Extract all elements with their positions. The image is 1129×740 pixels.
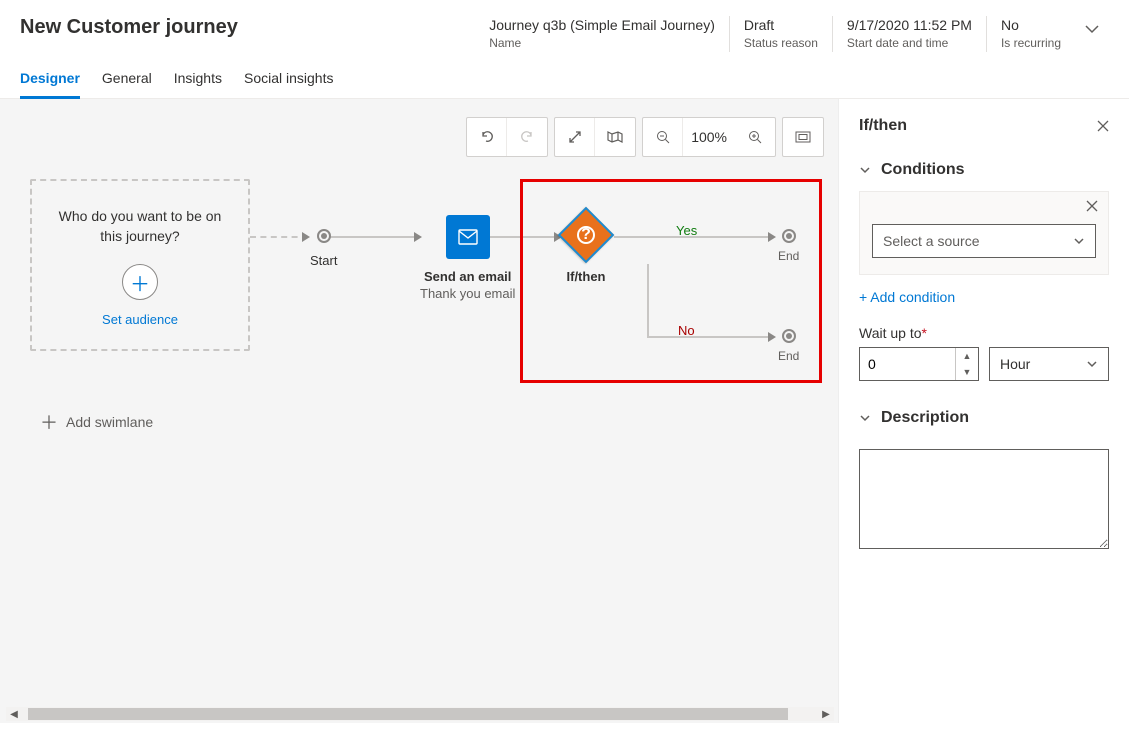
- end-circle-icon: [782, 229, 796, 243]
- tab-insights[interactable]: Insights: [174, 60, 222, 98]
- zoom-level: 100%: [683, 129, 735, 145]
- start-circle-icon: [317, 229, 331, 243]
- fit-to-screen-button[interactable]: [783, 118, 823, 156]
- wait-value-field[interactable]: [860, 356, 930, 372]
- meta-name-value: Journey q3b (Simple Email Journey): [489, 16, 715, 34]
- description-section-header[interactable]: Description: [859, 409, 1109, 427]
- arrow-icon: [302, 232, 310, 242]
- page-tabs: Designer General Insights Social insight…: [0, 60, 1129, 99]
- chevron-down-icon: [1086, 358, 1098, 370]
- start-node[interactable]: Start: [310, 229, 337, 268]
- fullscreen-button[interactable]: [555, 118, 595, 156]
- chevron-down-icon: [1073, 235, 1085, 247]
- wait-unit-select[interactable]: Hour: [989, 347, 1109, 381]
- end-node-yes[interactable]: End: [778, 229, 799, 263]
- ifthen-node[interactable]: ? If/then: [558, 207, 614, 284]
- tab-general[interactable]: General: [102, 60, 152, 98]
- canvas-toolbar: 100%: [466, 117, 824, 157]
- ifthen-label: If/then: [558, 269, 614, 284]
- spin-up-button[interactable]: ▲: [956, 348, 978, 364]
- canvas-horizontal-scrollbar[interactable]: ◀ ▶: [6, 707, 834, 721]
- zoom-in-button[interactable]: [735, 118, 775, 156]
- spin-down-button[interactable]: ▼: [956, 364, 978, 380]
- arrow-icon: [768, 332, 776, 342]
- designer-canvas[interactable]: 100% Yes End: [0, 99, 839, 723]
- minimap-button[interactable]: [595, 118, 635, 156]
- meta-recurring-value: No: [1001, 16, 1061, 34]
- add-swimlane-label: Add swimlane: [66, 414, 153, 430]
- audience-node[interactable]: Who do you want to be on this journey? ＋…: [30, 179, 250, 351]
- scroll-right-icon[interactable]: ▶: [818, 709, 834, 720]
- wait-label: Wait up to*: [859, 325, 1109, 341]
- wait-number-input[interactable]: ▲ ▼: [859, 347, 979, 381]
- undo-button[interactable]: [467, 118, 507, 156]
- meta-recurring-label: Is recurring: [1001, 36, 1061, 52]
- branch-no-label: No: [678, 323, 695, 338]
- add-audience-button[interactable]: ＋: [122, 264, 158, 300]
- close-panel-button[interactable]: [1097, 120, 1109, 132]
- plus-icon: ＋: [40, 409, 58, 435]
- end-node-no[interactable]: End: [778, 329, 799, 363]
- connector: [330, 236, 420, 238]
- connector-dashed: [250, 236, 308, 238]
- set-audience-link[interactable]: Set audience: [46, 312, 234, 327]
- email-node[interactable]: Send an email Thank you email: [420, 215, 515, 301]
- end-circle-icon: [782, 329, 796, 343]
- email-icon: [446, 215, 490, 259]
- meta-status: Draft Status reason: [729, 16, 832, 52]
- meta-status-value: Draft: [744, 16, 818, 34]
- remove-condition-button[interactable]: [1086, 200, 1098, 212]
- start-label: Start: [310, 253, 337, 268]
- end-label: End: [778, 349, 799, 363]
- properties-panel: If/then Conditions Select a source + Add…: [839, 99, 1129, 723]
- redo-button[interactable]: [507, 118, 547, 156]
- meta-start-label: Start date and time: [847, 36, 972, 52]
- arrow-icon: [768, 232, 776, 242]
- description-heading: Description: [881, 409, 969, 427]
- condition-card: Select a source: [859, 191, 1109, 275]
- chevron-down-icon: [859, 164, 871, 176]
- add-swimlane-button[interactable]: ＋ Add swimlane: [40, 409, 153, 435]
- meta-recurring: No Is recurring: [986, 16, 1075, 52]
- wait-unit-value: Hour: [1000, 356, 1030, 372]
- record-meta: Journey q3b (Simple Email Journey) Name …: [475, 16, 1075, 52]
- scroll-left-icon[interactable]: ◀: [6, 709, 22, 720]
- audience-question: Who do you want to be on this journey?: [46, 207, 234, 246]
- email-title: Send an email: [420, 269, 515, 284]
- main: 100% Yes End: [0, 99, 1129, 723]
- description-textarea[interactable]: [859, 449, 1109, 549]
- meta-name-label: Name: [489, 36, 715, 52]
- page-header: New Customer journey Journey q3b (Simple…: [0, 0, 1129, 60]
- question-icon: ?: [577, 226, 595, 244]
- meta-status-label: Status reason: [744, 36, 818, 52]
- chevron-down-icon: [859, 412, 871, 424]
- meta-start: 9/17/2020 11:52 PM Start date and time: [832, 16, 986, 52]
- page-title: New Customer journey: [20, 16, 475, 39]
- scroll-thumb[interactable]: [28, 708, 788, 720]
- conditions-section-header[interactable]: Conditions: [859, 161, 1109, 179]
- tab-social-insights[interactable]: Social insights: [244, 60, 334, 98]
- required-asterisk: *: [922, 325, 927, 341]
- tab-designer[interactable]: Designer: [20, 60, 80, 98]
- source-select[interactable]: Select a source: [872, 224, 1096, 258]
- conditions-heading: Conditions: [881, 161, 965, 179]
- connector-vert: [647, 264, 649, 337]
- zoom-out-button[interactable]: [643, 118, 683, 156]
- meta-name: Journey q3b (Simple Email Journey) Name: [475, 16, 729, 52]
- connector-no: [647, 336, 773, 338]
- branch-yes-label: Yes: [676, 223, 697, 238]
- email-subtitle: Thank you email: [420, 286, 515, 301]
- panel-title: If/then: [859, 117, 907, 135]
- meta-start-value: 9/17/2020 11:52 PM: [847, 16, 972, 34]
- expand-header-button[interactable]: [1075, 16, 1109, 42]
- end-label: End: [778, 249, 799, 263]
- source-placeholder: Select a source: [883, 233, 980, 249]
- add-condition-link[interactable]: + Add condition: [859, 289, 1109, 305]
